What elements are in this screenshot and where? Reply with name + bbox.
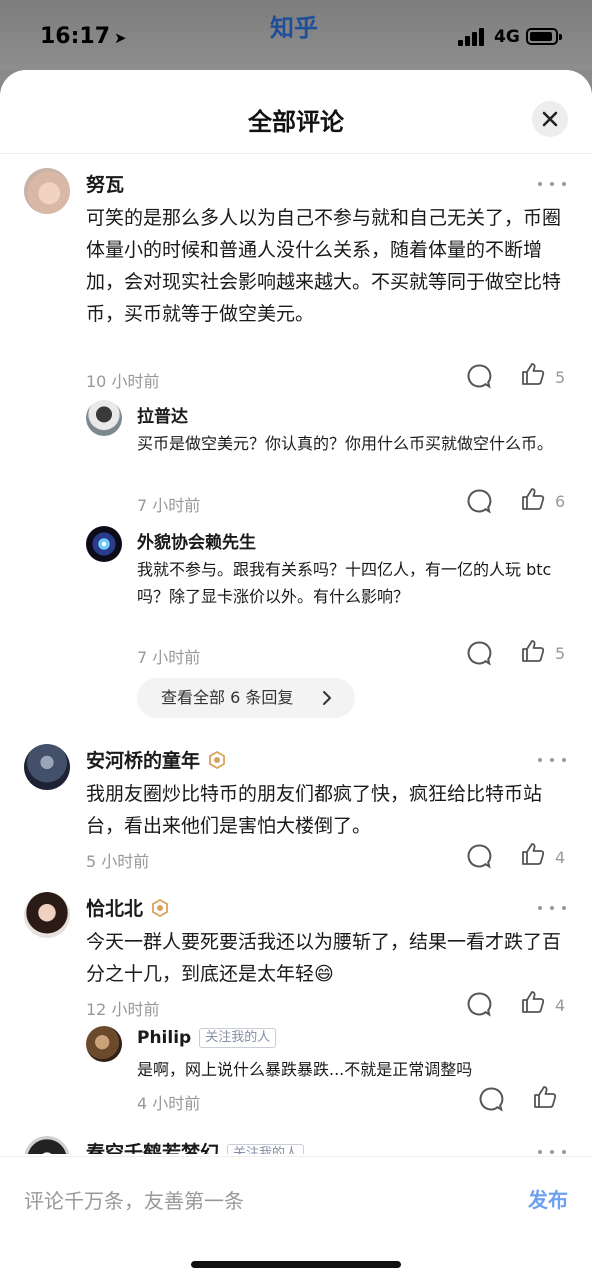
like-icon[interactable] (520, 486, 546, 512)
close-button[interactable] (532, 101, 568, 137)
avatar[interactable] (24, 1136, 70, 1154)
publish-button[interactable]: 发布 (528, 1184, 568, 1213)
like-icon[interactable] (520, 361, 546, 387)
commenter-name[interactable]: 拉普达 (137, 402, 188, 427)
avatar[interactable] (86, 400, 122, 436)
more-icon[interactable] (538, 902, 566, 914)
signal-icon (458, 28, 488, 46)
like-icon[interactable] (520, 638, 546, 664)
like-icon[interactable] (520, 841, 546, 867)
comment-input[interactable]: 评论千万条，友善第一条 (24, 1185, 244, 1214)
reply-icon[interactable] (466, 991, 492, 1017)
commenter-name[interactable]: 努瓦 (86, 170, 124, 197)
app-logo: 知乎 (270, 14, 318, 42)
badge-icon (152, 899, 168, 917)
see-all-replies-button[interactable]: 查看全部 6 条回复 (137, 678, 355, 718)
comment-text: 我朋友圈炒比特币的朋友们都疯了快，疯狂给比特币站台，看出来他们是害怕大楼倒了。 (86, 783, 543, 837)
reply-icon[interactable] (478, 1086, 504, 1112)
see-all-label: 查看全部 6 条回复 (161, 688, 294, 707)
like-count: 5 (555, 368, 566, 387)
chevron-right-icon (323, 691, 331, 705)
sheet-header: 全部评论 (0, 70, 592, 154)
status-time: 16:17 ➤ (40, 24, 127, 49)
avatar[interactable] (24, 168, 70, 214)
comment-time: 5 小时前 (86, 852, 150, 871)
comment-time: 10 小时前 (86, 372, 160, 391)
reply-time: 7 小时前 (137, 648, 201, 667)
like-icon[interactable] (520, 989, 546, 1015)
avatar[interactable] (24, 892, 70, 938)
location-arrow-icon: ➤ (114, 29, 127, 47)
follows-me-tag: 关注我的人 (227, 1144, 305, 1154)
reply-time: 7 小时前 (137, 496, 201, 515)
badge-icon (209, 751, 225, 769)
commenter-name-text: 春空千鹤若梦幻 (86, 1142, 220, 1154)
reply-time: 4 小时前 (137, 1094, 201, 1113)
like-count: 5 (555, 644, 566, 663)
reply-icon[interactable] (466, 488, 492, 514)
reply-text: 我就不参与。跟我有关系吗？十四亿人，有一亿的人玩 btc 吗？除了显卡涨价以外。… (137, 560, 552, 606)
close-icon (542, 111, 558, 127)
more-icon[interactable] (538, 754, 566, 766)
comment-time: 12 小时前 (86, 1000, 160, 1019)
comments-sheet: 全部评论 努瓦 可笑的是那么多人以为自己不参与就和自己无关了，币圈体量小的时候和… (0, 70, 592, 1280)
reply-icon[interactable] (466, 843, 492, 869)
battery-icon (526, 28, 562, 45)
commenter-name-text: 安河桥的童年 (86, 750, 201, 772)
avatar[interactable] (24, 744, 70, 790)
reply-text: 是啊，网上说什么暴跌暴跌...不就是正常调整吗 (137, 1060, 473, 1079)
more-icon[interactable] (538, 1146, 566, 1154)
more-icon[interactable] (538, 178, 566, 190)
reply-icon[interactable] (466, 363, 492, 389)
sheet-title: 全部评论 (248, 108, 344, 136)
reply-text: 买币是做空美元？你认真的？你用什么币买就做空什么币。 (137, 434, 554, 453)
comment-text: 可笑的是那么多人以为自己不参与就和自己无关了，币圈体量小的时候和普通人没什么关系… (86, 207, 562, 325)
comment-input-bar: 评论千万条，友善第一条 发布 (0, 1156, 592, 1280)
commenter-name-text: 恰北北 (86, 898, 144, 920)
like-count: 6 (555, 492, 566, 511)
home-indicator[interactable] (191, 1261, 401, 1268)
comment-text: 今天一群人要死要活我还以为腰斩了，结果一看才跌了百分之十几，到底还是太年轻😄 (86, 926, 566, 990)
like-count: 4 (555, 848, 566, 867)
commenter-name[interactable]: 外貌协会赖先生 (137, 528, 256, 553)
commenter-name[interactable]: 春空千鹤若梦幻 关注我的人 (86, 1138, 305, 1154)
like-icon[interactable] (532, 1084, 558, 1110)
commenter-name[interactable]: Philip 关注我的人 (137, 1028, 277, 1048)
network-type: 4G (494, 27, 520, 47)
grin-emoji-icon: 😄 (314, 963, 334, 985)
follows-me-tag: 关注我的人 (199, 1028, 277, 1048)
avatar[interactable] (86, 1026, 122, 1062)
commenter-name-text: Philip (137, 1028, 192, 1048)
status-bar: 16:17 ➤ 知乎 4G (0, 0, 592, 70)
commenter-name[interactable]: 安河桥的童年 (86, 746, 226, 773)
reply-icon[interactable] (466, 640, 492, 666)
comment-list[interactable]: 努瓦 可笑的是那么多人以为自己不参与就和自己无关了，币圈体量小的时候和普通人没什… (0, 154, 592, 1154)
like-count: 4 (555, 996, 566, 1015)
commenter-name[interactable]: 恰北北 (86, 894, 169, 921)
avatar[interactable] (86, 526, 122, 562)
